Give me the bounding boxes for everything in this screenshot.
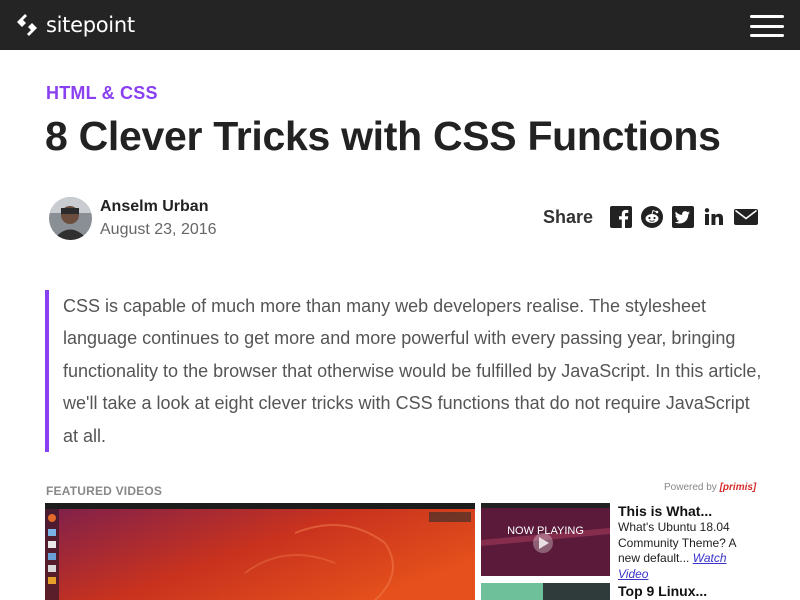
hamburger-menu-icon[interactable] xyxy=(750,15,784,37)
video-thumbnail-1[interactable]: NOW PLAYING xyxy=(481,503,610,576)
author-avatar[interactable] xyxy=(49,197,92,240)
video-thumbnail-2[interactable] xyxy=(481,583,610,600)
powered-by-label: Powered by xyxy=(664,482,717,493)
powered-by-brand: [primis] xyxy=(719,482,757,493)
share-label: Share xyxy=(543,206,594,227)
twitter-icon[interactable] xyxy=(672,206,695,228)
video-2-title[interactable]: Top 9 Linux... xyxy=(618,583,707,599)
intro-text: CSS is capable of much more than many we… xyxy=(63,296,762,446)
featured-videos-label: FEATURED VIDEOS xyxy=(46,484,163,498)
video-1-description: What's Ubuntu 18.04 Community Theme? A n… xyxy=(618,520,748,582)
video-1-title[interactable]: This is What... xyxy=(618,503,712,519)
facebook-icon[interactable] xyxy=(610,206,633,228)
publish-date: August 23, 2016 xyxy=(100,221,217,238)
email-icon[interactable] xyxy=(734,206,759,228)
powered-by[interactable]: Powered by [primis] xyxy=(664,482,756,493)
reddit-icon[interactable] xyxy=(641,206,664,228)
article-title: 8 Clever Tricks with CSS Functions xyxy=(45,113,721,159)
main-video-player[interactable] xyxy=(45,503,475,600)
site-logo[interactable]: sitepoint xyxy=(14,11,135,39)
site-header: sitepoint xyxy=(0,0,800,50)
article-intro: CSS is capable of much more than many we… xyxy=(45,290,765,453)
author-name[interactable]: Anselm Urban xyxy=(100,198,208,216)
article-category[interactable]: HTML & CSS xyxy=(46,83,158,104)
logo-text: sitepoint xyxy=(46,13,135,37)
sitepoint-logo-icon xyxy=(17,14,37,36)
linkedin-icon[interactable] xyxy=(703,206,726,228)
now-playing-label: NOW PLAYING xyxy=(507,525,584,537)
share-bar: Share xyxy=(543,206,759,228)
